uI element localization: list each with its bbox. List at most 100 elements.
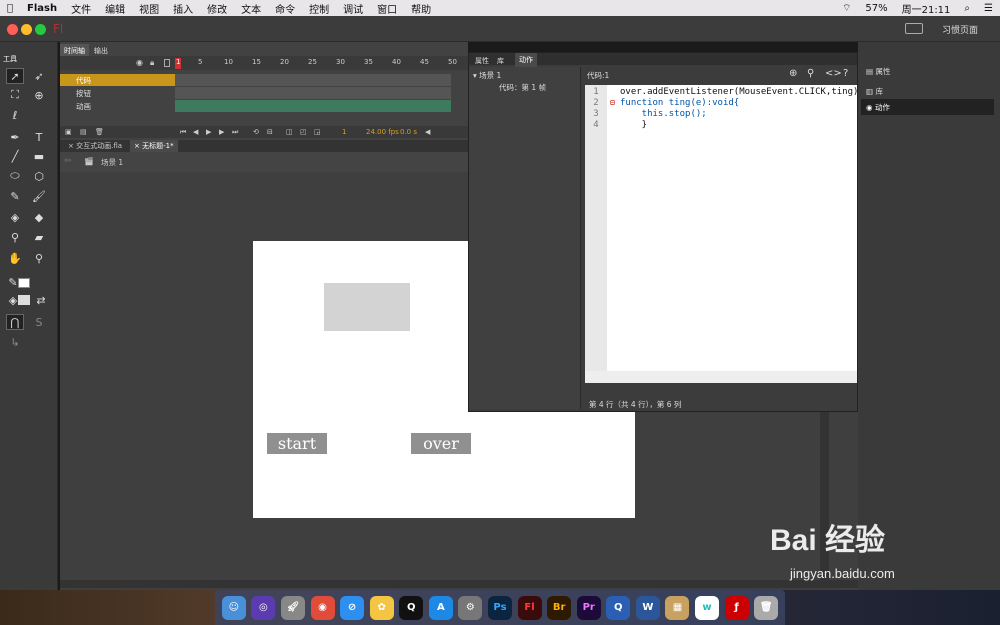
nav-code-frame[interactable]: 代码：第 1 帧 bbox=[499, 82, 546, 93]
menu-control[interactable]: 控制 bbox=[302, 1, 336, 16]
oval-tool-icon[interactable]: ⬭ bbox=[6, 168, 24, 184]
menu-window[interactable]: 窗口 bbox=[370, 1, 404, 16]
close-tab-icon[interactable]: × bbox=[134, 142, 140, 150]
archive-icon[interactable]: ▦ bbox=[665, 595, 690, 620]
eyedropper-tool-icon[interactable]: ⚲ bbox=[6, 229, 24, 245]
sync-icon[interactable] bbox=[905, 23, 923, 34]
step-forward-icon[interactable]: ▶ bbox=[219, 128, 224, 136]
menu-text[interactable]: 文本 bbox=[234, 1, 268, 16]
menu-modify[interactable]: 修改 bbox=[200, 1, 234, 16]
chrome-icon[interactable]: ◉ bbox=[310, 595, 335, 620]
wunderlist-icon[interactable]: w bbox=[695, 595, 720, 620]
onion-skin-icon[interactable]: ◫ bbox=[286, 128, 293, 136]
fold-icon[interactable]: ⊟ bbox=[610, 98, 615, 107]
loop-icon[interactable]: ⟲ bbox=[253, 128, 259, 136]
go-last-frame-icon[interactable]: ⏭ bbox=[232, 128, 238, 137]
pencil-tool-icon[interactable]: ✎ bbox=[6, 188, 24, 204]
snap-to-objects-icon[interactable]: ⋂ bbox=[6, 314, 24, 330]
breadcrumb[interactable]: 场景 1 bbox=[101, 157, 123, 168]
layer-row-animation[interactable]: 动画 bbox=[60, 100, 175, 112]
tab-properties[interactable]: 属性 bbox=[471, 54, 493, 68]
frame-rate[interactable]: 24.00 fps bbox=[366, 128, 399, 136]
tab-library[interactable]: 库 bbox=[493, 54, 508, 68]
code-editor[interactable]: 1 2 3 4 ⊟ over.addEventListener(MouseEve… bbox=[585, 85, 864, 383]
gray-rectangle[interactable] bbox=[324, 283, 410, 331]
polystar-tool-icon[interactable]: ⬡ bbox=[30, 168, 48, 184]
current-frame[interactable]: 1 bbox=[342, 128, 346, 136]
eye-icon[interactable]: ◉ bbox=[136, 58, 143, 67]
menu-help[interactable]: 帮助 bbox=[404, 1, 438, 16]
go-first-frame-icon[interactable]: ⏮ bbox=[180, 128, 186, 137]
find-icon[interactable]: ⚲ bbox=[807, 68, 814, 79]
ink-bottle-tool-icon[interactable]: ◆ bbox=[30, 209, 48, 225]
code-line[interactable]: } bbox=[620, 120, 647, 130]
zoom-button[interactable] bbox=[35, 24, 46, 35]
subselection-tool-icon[interactable]: ➶ bbox=[30, 68, 48, 84]
safari-icon[interactable]: ⊘ bbox=[340, 595, 365, 620]
help-icon[interactable]: ? bbox=[843, 68, 848, 79]
dock-library[interactable]: ▥ 库 bbox=[864, 84, 994, 99]
quicktime-icon[interactable]: Q bbox=[606, 595, 631, 620]
text-tool-icon[interactable]: T bbox=[30, 129, 48, 145]
line-tool-icon[interactable]: ╱ bbox=[6, 148, 24, 164]
dock-actions[interactable]: ◉ 动作 bbox=[861, 99, 994, 115]
menu-list-icon[interactable]: ☰ bbox=[977, 3, 1000, 14]
rectangle-tool-icon[interactable]: ▬ bbox=[30, 148, 48, 164]
step-back-icon[interactable]: ◀ bbox=[193, 128, 198, 136]
code-snippets-icon[interactable]: <> bbox=[825, 68, 842, 79]
menu-file[interactable]: 文件 bbox=[64, 1, 98, 16]
wifi-icon[interactable]: ⌔ bbox=[835, 2, 858, 15]
flash-icon[interactable]: Fl bbox=[517, 595, 542, 620]
menu-debug[interactable]: 调试 bbox=[336, 1, 370, 16]
onion-outline-icon[interactable]: ◰ bbox=[300, 128, 307, 136]
menu-commands[interactable]: 命令 bbox=[268, 1, 302, 16]
siri-icon[interactable]: ◎ bbox=[251, 595, 276, 620]
3d-rotation-tool-icon[interactable]: ⊕ bbox=[30, 87, 48, 103]
minimize-button[interactable] bbox=[21, 24, 32, 35]
lock-icon[interactable]: 🔒︎ bbox=[150, 58, 154, 68]
word-icon[interactable]: W bbox=[635, 595, 660, 620]
photoshop-icon[interactable]: Ps bbox=[487, 595, 512, 620]
free-transform-tool-icon[interactable]: ⛶ bbox=[6, 87, 24, 103]
edit-multiple-icon[interactable]: ◲ bbox=[314, 128, 321, 136]
qq-icon[interactable]: Q bbox=[399, 595, 424, 620]
layer-row-buttons[interactable]: 按钮 bbox=[60, 87, 175, 99]
launchpad-icon[interactable]: 🚀︎ bbox=[280, 595, 305, 620]
tab-document-interactive[interactable]: × 交互式动画.fla bbox=[64, 141, 126, 151]
back-arrow-icon[interactable]: ⇦ bbox=[64, 156, 72, 166]
swap-colors-icon[interactable]: ⇄ bbox=[32, 292, 50, 308]
premiere-icon[interactable]: Pr bbox=[576, 595, 601, 620]
flash-player-icon[interactable]: ƒ bbox=[724, 595, 749, 620]
bridge-icon[interactable]: Br bbox=[547, 595, 572, 620]
stroke-color-swatch[interactable] bbox=[18, 278, 30, 288]
tab-document-untitled[interactable]: × 无标题-1* bbox=[130, 140, 178, 152]
over-button[interactable]: over bbox=[411, 433, 471, 454]
frames-buttons[interactable] bbox=[175, 87, 451, 99]
scroll-left-icon[interactable]: ◀ bbox=[425, 128, 430, 136]
battery-text[interactable]: 57% bbox=[858, 3, 894, 14]
horizontal-scrollbar[interactable] bbox=[60, 580, 858, 588]
tab-actions[interactable]: 动作 bbox=[515, 53, 537, 67]
selection-tool-icon[interactable]: ➚ bbox=[6, 68, 24, 84]
clock[interactable]: 周一21:11 bbox=[895, 1, 958, 16]
app-store-icon[interactable]: A bbox=[428, 595, 453, 620]
system-preferences-icon[interactable]: ⚙ bbox=[458, 595, 483, 620]
finder-icon[interactable]: ☺ bbox=[221, 595, 246, 620]
center-frame-icon[interactable]: ⊟ bbox=[267, 128, 273, 136]
fill-color-swatch[interactable] bbox=[18, 295, 30, 305]
layer-row-code[interactable]: 代码 bbox=[60, 74, 175, 86]
paint-bucket-tool-icon[interactable]: ◈ bbox=[6, 209, 24, 225]
code-line[interactable]: over.addEventListener(MouseEvent.CLICK,t… bbox=[620, 87, 864, 97]
delete-layer-icon[interactable]: 🗑︎ bbox=[95, 128, 104, 136]
code-line[interactable]: this.stop(); bbox=[620, 109, 707, 119]
smooth-icon[interactable]: S bbox=[30, 314, 48, 330]
frames-code[interactable] bbox=[175, 74, 451, 86]
lasso-tool-icon[interactable]: ℓ bbox=[6, 107, 24, 123]
workspace-switcher[interactable]: 习惯页面 bbox=[942, 23, 978, 36]
code-line[interactable]: function ting(e):void{ bbox=[620, 98, 739, 108]
trash-icon[interactable]: 🗑︎ bbox=[754, 595, 779, 620]
outline-icon[interactable] bbox=[164, 59, 170, 67]
code-tab[interactable]: 代码:1 bbox=[587, 70, 609, 81]
app-menu[interactable]: Flash bbox=[20, 3, 64, 14]
new-folder-icon[interactable]: ▤ bbox=[80, 128, 87, 136]
